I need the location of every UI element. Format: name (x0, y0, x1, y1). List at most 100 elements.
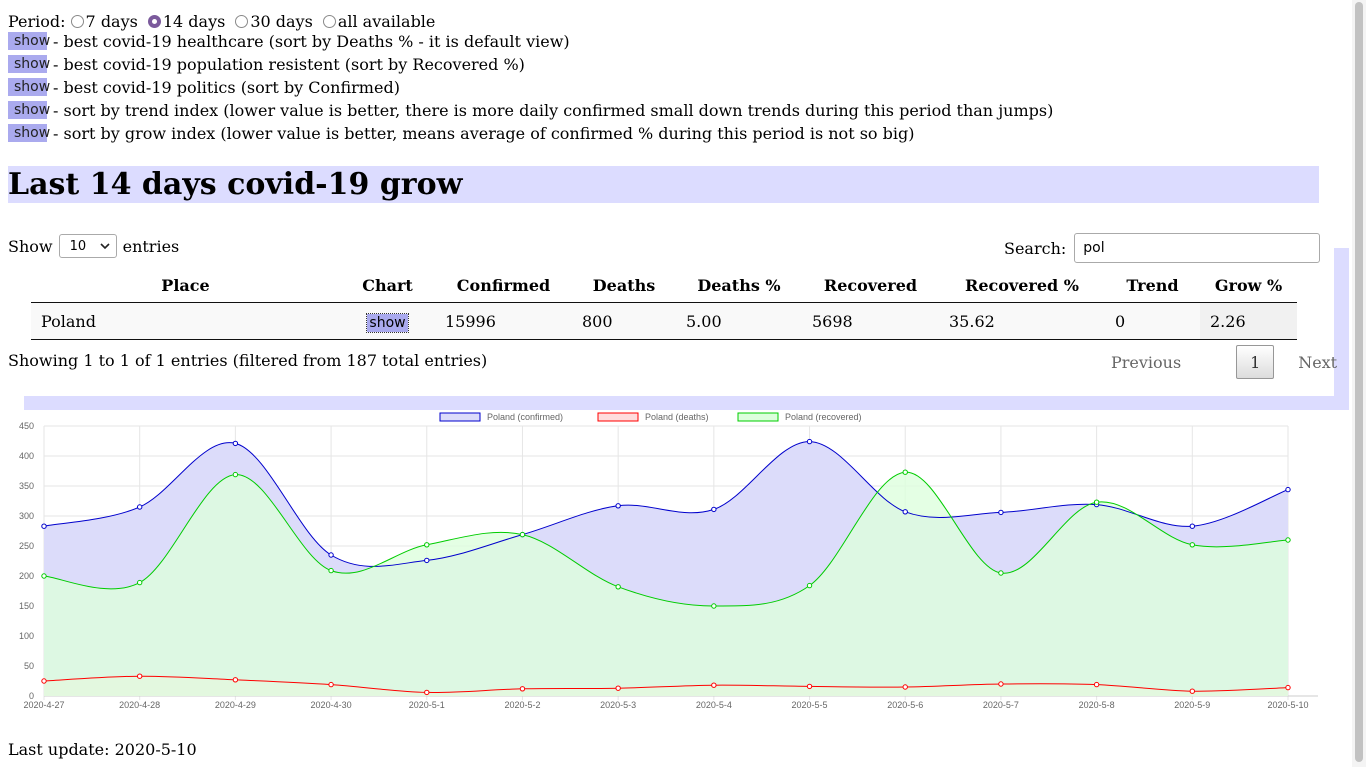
data-point (615, 685, 621, 691)
x-tick-label: 2020-5-3 (600, 700, 636, 710)
x-tick-label: 2020-5-5 (792, 700, 828, 710)
data-point (711, 506, 717, 513)
period-radio-30-days[interactable] (235, 14, 249, 28)
legend-swatch (737, 412, 779, 422)
data-point (232, 440, 239, 447)
chart-container: 0 50 100 150 200 250 300 350 400 450 2020-4-27 2020… (8, 410, 1326, 710)
next-page-button[interactable]: Next (1298, 353, 1337, 372)
title-bar: Last 14 days covid-19 grow (8, 166, 1319, 203)
data-point (41, 573, 47, 579)
y-tick-label: 150 (19, 601, 34, 611)
entries-select-value: 10 (69, 238, 87, 254)
data-point (519, 686, 526, 692)
x-tick-label: 2020-5-4 (696, 700, 732, 710)
data-point (1189, 688, 1196, 694)
data-point (1285, 537, 1291, 543)
period-radio-all[interactable] (322, 14, 336, 28)
search-input[interactable]: pol (1074, 233, 1321, 263)
cell-confirmed: 15996 (435, 302, 572, 340)
x-tick-label: 2020-4-29 (215, 700, 256, 710)
legend-label: Poland (recovered) (785, 412, 862, 422)
view-description: - best covid-19 healthcare (sort by Deat… (53, 31, 570, 51)
data-point (1285, 486, 1291, 493)
x-tick-label: 2020-5-7 (983, 700, 1019, 710)
y-tick-label: 400 (19, 451, 34, 461)
scrollbar-thumb[interactable] (1355, 2, 1363, 762)
data-point (1093, 499, 1100, 505)
data-point (806, 438, 813, 445)
column-header-deaths-pct[interactable]: Deaths % (676, 268, 802, 303)
cell-deaths-pct: 5.00 (676, 302, 802, 340)
data-point (711, 682, 717, 688)
period-label-30-days[interactable]: 30 days (250, 12, 312, 31)
period-label-14-days[interactable]: 14 days (163, 12, 225, 31)
legend-swatch (597, 412, 639, 422)
show-trend-button[interactable]: show (8, 101, 50, 119)
data-point (1189, 542, 1196, 548)
data-point (1285, 684, 1291, 691)
column-header-chart[interactable]: Chart (340, 268, 435, 303)
column-header-trend[interactable]: Trend (1105, 268, 1200, 303)
data-point (424, 689, 430, 696)
show-healthcare-button[interactable]: show (8, 32, 50, 50)
show-politics-button[interactable]: show (8, 78, 50, 96)
data-point (424, 557, 430, 564)
period-radio-14-days[interactable] (147, 14, 161, 28)
view-description: - best covid-19 politics (sort by Confir… (53, 77, 400, 97)
legend-label: Poland (deaths) (645, 412, 709, 422)
cell-deaths: 800 (572, 302, 676, 340)
view-row-healthcare: show - best covid-19 healthcare (sort by… (8, 30, 570, 52)
column-header-confirmed[interactable]: Confirmed (435, 268, 572, 303)
column-header-recovered[interactable]: Recovered (802, 268, 939, 303)
period-selector: Period: 7 days 14 days 30 days all avail… (8, 10, 440, 32)
data-point (902, 684, 908, 690)
data-point (1189, 523, 1196, 529)
x-tick-label: 2020-4-28 (119, 700, 160, 710)
data-point (998, 570, 1004, 576)
data-point (232, 677, 239, 683)
data-point (136, 673, 143, 679)
page-title: Last 14 days covid-19 grow (8, 167, 463, 202)
show-population-button[interactable]: show (8, 55, 50, 73)
x-tick-label: 2020-5-8 (1079, 700, 1115, 710)
column-header-place[interactable]: Place (31, 268, 340, 303)
column-header-recovered-pct[interactable]: Recovered % (939, 268, 1105, 303)
previous-page-button[interactable]: Previous (1111, 353, 1181, 372)
table-row: Poland show 15996 800 5.00 5698 35.62 0 … (31, 302, 1297, 340)
results-table: Place Chart Confirmed Deaths Deaths % Re… (31, 268, 1297, 340)
data-point (328, 567, 334, 574)
column-header-grow-pct[interactable]: Grow % (1200, 268, 1297, 303)
y-tick-label: 100 (19, 631, 34, 641)
entries-select[interactable]: 10 (58, 234, 117, 258)
period-label-7-days[interactable]: 7 days (86, 12, 138, 31)
cell-chart: show (340, 302, 435, 340)
row-chart-show-button[interactable]: show (366, 312, 409, 333)
data-point (806, 683, 813, 690)
vertical-scrollbar[interactable] (1352, 0, 1366, 767)
data-point (328, 681, 334, 688)
data-point (615, 584, 621, 590)
y-tick-label: 300 (19, 511, 34, 521)
show-grow-button[interactable]: show (8, 124, 50, 142)
y-tick-label: 200 (19, 571, 34, 581)
y-tick-label: 450 (19, 421, 34, 431)
x-tick-label: 2020-5-1 (409, 700, 445, 710)
chevron-down-icon (100, 242, 110, 249)
table-header-row: Place Chart Confirmed Deaths Deaths % Re… (31, 268, 1297, 303)
period-radio-7-days[interactable] (70, 14, 84, 28)
view-row-politics: show - best covid-19 politics (sort by C… (8, 76, 400, 98)
data-point (806, 582, 813, 589)
pagination: Previous 1 Next (1111, 344, 1337, 380)
data-point (424, 542, 430, 548)
data-point (328, 552, 334, 558)
data-point (232, 471, 239, 478)
view-row-grow: show - sort by grow index (lower value i… (8, 122, 914, 144)
period-label-all[interactable]: all available (338, 12, 436, 31)
cell-recovered: 5698 (802, 302, 939, 340)
page-1-button[interactable]: 1 (1236, 345, 1275, 379)
view-description: - sort by trend index (lower value is be… (53, 100, 1054, 120)
search-label: Search: (1004, 238, 1067, 258)
data-point (41, 523, 47, 529)
length-prefix: Show (8, 236, 53, 256)
column-header-deaths[interactable]: Deaths (572, 268, 676, 303)
